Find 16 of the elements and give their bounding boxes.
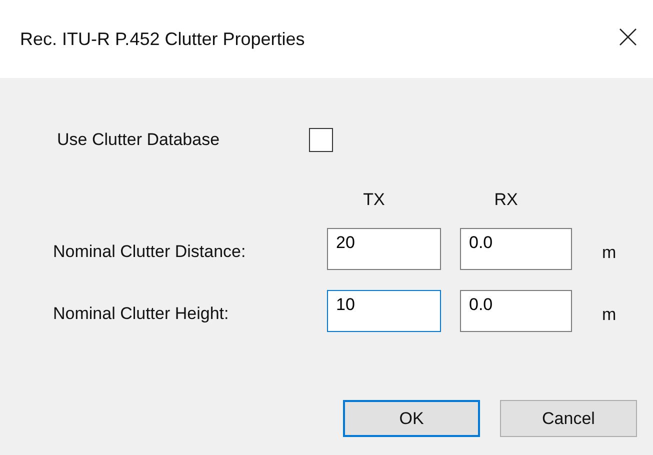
window-title: Rec. ITU-R P.452 Clutter Properties (20, 28, 305, 50)
column-header: RX (493, 190, 519, 210)
checkbox[interactable] (309, 128, 333, 152)
input-field[interactable]: 10 (327, 290, 441, 332)
ok-button[interactable]: OK (343, 400, 480, 437)
input-field[interactable]: 0.0 (460, 228, 572, 270)
unit-label: m (602, 304, 618, 325)
field-label: Nominal Clutter Distance: (53, 241, 247, 262)
input-field[interactable]: 20 (327, 228, 441, 270)
close-icon[interactable] (619, 28, 637, 46)
input-field[interactable]: 0.0 (460, 290, 572, 332)
field-label: Nominal Clutter Height: (53, 303, 230, 324)
column-header: TX (362, 190, 386, 210)
unit-label: m (602, 242, 618, 263)
cancel-button[interactable]: Cancel (500, 400, 637, 437)
checkbox-label: Use Clutter Database (57, 130, 221, 150)
